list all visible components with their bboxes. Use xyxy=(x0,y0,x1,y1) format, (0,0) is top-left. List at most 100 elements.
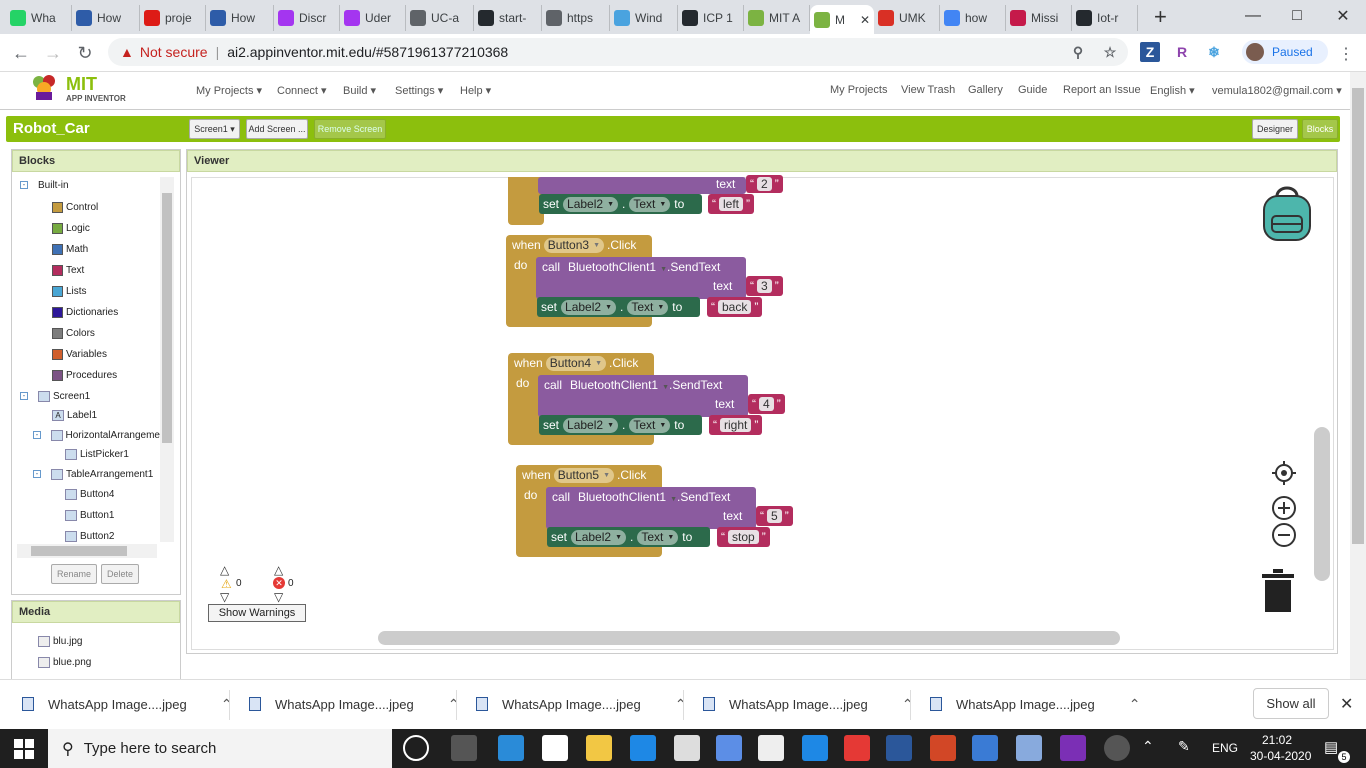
pen-icon[interactable]: ✎ xyxy=(1178,738,1190,755)
top-menu-item[interactable]: My Projects ▾ xyxy=(196,84,262,97)
edge-icon[interactable] xyxy=(802,735,828,761)
browser-tab[interactable]: MIT A xyxy=(744,5,810,31)
set-block[interactable]: set Label2 ▼. Text ▼ to xyxy=(537,297,701,317)
show-warnings-button[interactable]: Show Warnings xyxy=(208,604,306,622)
task-view-icon[interactable] xyxy=(451,735,477,761)
string-block[interactable]: “back” xyxy=(707,297,763,317)
top-right-link[interactable]: English ▾ xyxy=(1150,84,1195,97)
browser-tab[interactable]: Discr xyxy=(274,5,340,31)
browser-tab[interactable]: How xyxy=(72,5,140,31)
back-icon[interactable]: ← xyxy=(8,41,34,65)
browser-tab[interactable]: https xyxy=(542,5,610,31)
address-input[interactable]: ▲ Not secure | ai2.appinventor.mit.edu/#… xyxy=(108,38,1128,66)
component-dropdown[interactable]: Button4 ▼ xyxy=(545,355,606,371)
virtualbox-icon[interactable] xyxy=(972,735,998,761)
component-tree-item[interactable]: Button4 xyxy=(65,486,114,502)
media-file[interactable]: blue.png xyxy=(38,654,91,670)
download-item[interactable]: WhatsApp Image....jpeg ⌃ xyxy=(930,687,1140,721)
component-tree-item[interactable]: A Label1 xyxy=(52,407,97,423)
component-tree-item[interactable]: - Screen1 xyxy=(20,388,90,404)
tree-builtin[interactable]: - Built-in xyxy=(20,177,69,193)
top-right-link[interactable]: My Projects xyxy=(830,84,887,96)
chrome-icon[interactable] xyxy=(844,735,870,761)
browser-tab[interactable]: start- xyxy=(474,5,542,31)
vscode-icon[interactable] xyxy=(498,735,524,761)
browser-tab[interactable]: Missi xyxy=(1006,5,1072,31)
builtin-category[interactable]: Procedures xyxy=(52,368,117,384)
clock-date[interactable]: 30-04-2020 xyxy=(1250,749,1311,763)
top-menu-item[interactable]: Help ▾ xyxy=(460,84,491,97)
zoom-out-icon[interactable] xyxy=(1271,522,1297,548)
errors-up-arrow[interactable]: △ xyxy=(274,563,283,577)
collapse-icon[interactable]: - xyxy=(20,181,28,189)
component-dropdown[interactable]: Label2 ▼ xyxy=(563,417,618,433)
notification-icon[interactable]: ▤ xyxy=(1324,738,1338,756)
blocks-button[interactable]: Blocks xyxy=(1302,119,1338,139)
builtin-category[interactable]: Control xyxy=(52,199,98,215)
new-tab-button[interactable]: + xyxy=(1154,4,1167,30)
collapse-icon[interactable]: - xyxy=(33,470,41,478)
language-indicator[interactable]: ENG xyxy=(1212,741,1238,755)
download-item[interactable]: WhatsApp Image....jpeg ⌃ xyxy=(22,687,232,721)
download-item[interactable]: WhatsApp Image....jpeg ⌃ xyxy=(703,687,913,721)
zoom-in-icon[interactable] xyxy=(1271,495,1297,521)
profile-button[interactable]: Paused xyxy=(1242,40,1328,64)
warnings-down-arrow[interactable]: ▽ xyxy=(220,590,229,604)
close-tab-icon[interactable]: ✕ xyxy=(860,13,870,27)
property-dropdown[interactable]: Text ▼ xyxy=(629,417,671,433)
builtin-category[interactable]: Math xyxy=(52,241,88,257)
builtin-category[interactable]: Colors xyxy=(52,326,95,342)
set-block[interactable]: set Label2 ▼ . Text ▼ to xyxy=(539,194,703,214)
browser-tab[interactable]: Wind xyxy=(610,5,678,31)
extension-icon[interactable]: ❄ xyxy=(1204,42,1224,62)
trash-icon[interactable] xyxy=(1262,569,1294,613)
r-extension-icon[interactable]: R xyxy=(1172,42,1192,62)
set-block[interactable]: set Label2 ▼. Text ▼ to xyxy=(539,415,703,435)
browser-tab[interactable]: UC-a xyxy=(406,5,474,31)
store-icon[interactable] xyxy=(758,735,784,761)
client-dropdown[interactable]: BluetoothClient1 ▼ xyxy=(568,260,667,274)
chevron-up-icon[interactable]: ⌃ xyxy=(448,696,460,713)
recenter-icon[interactable] xyxy=(1272,461,1296,485)
tree-vertical-scrollbar[interactable] xyxy=(160,177,174,542)
page-scrollbar[interactable] xyxy=(1350,72,1366,679)
word-icon[interactable] xyxy=(886,735,912,761)
help-icon[interactable] xyxy=(1104,735,1130,761)
component-dropdown[interactable]: Label2 ▼ xyxy=(571,529,626,545)
browser-tab[interactable]: UMK xyxy=(874,5,940,31)
amazon-icon[interactable] xyxy=(542,735,568,761)
add-screen-button[interactable]: Add Screen ... xyxy=(246,119,308,139)
string-block[interactable]: “stop” xyxy=(717,527,770,547)
call-block-partial[interactable] xyxy=(538,177,746,194)
string-block[interactable]: “4” xyxy=(748,394,785,414)
component-tree-item[interactable]: ListPicker1 xyxy=(65,446,129,462)
browser-tab[interactable]: Wha xyxy=(6,5,72,31)
browser-tab[interactable]: proje xyxy=(140,5,206,31)
browser-tab[interactable]: How xyxy=(206,5,274,31)
string-block[interactable]: “2” xyxy=(746,175,783,193)
client-dropdown[interactable]: BluetoothClient1 ▼ xyxy=(578,490,677,504)
string-block[interactable]: “right” xyxy=(709,415,763,435)
file-explorer-icon[interactable] xyxy=(586,735,612,761)
rename-button[interactable]: Rename xyxy=(51,564,97,584)
media-file[interactable]: blu.jpg xyxy=(38,633,82,649)
app-icon[interactable] xyxy=(1016,735,1042,761)
zotero-extension-icon[interactable]: Z xyxy=(1140,42,1160,62)
top-menu-item[interactable]: Connect ▾ xyxy=(277,84,327,97)
designer-button[interactable]: Designer xyxy=(1252,119,1298,139)
top-right-link[interactable]: vemula1802@gmail.com ▾ xyxy=(1212,84,1342,97)
bookmark-star-icon[interactable]: ☆ xyxy=(1100,42,1120,62)
string-block[interactable]: “3” xyxy=(746,276,783,296)
builtin-category[interactable]: Text xyxy=(52,262,84,278)
top-right-link[interactable]: Gallery xyxy=(968,84,1003,96)
internet-explorer-icon[interactable] xyxy=(630,735,656,761)
windows-start-icon[interactable] xyxy=(14,739,34,759)
backpack-icon[interactable] xyxy=(1259,186,1315,242)
chevron-up-icon[interactable]: ⌃ xyxy=(675,696,687,713)
component-dropdown[interactable]: Button3 ▼ xyxy=(543,237,604,253)
download-item[interactable]: WhatsApp Image....jpeg ⌃ xyxy=(249,687,459,721)
forward-icon[interactable]: → xyxy=(40,41,66,65)
browser-tab[interactable]: ICP 1 xyxy=(678,5,744,31)
set-block[interactable]: set Label2 ▼. Text ▼ to xyxy=(547,527,711,547)
clock-time[interactable]: 21:02 xyxy=(1262,733,1292,747)
